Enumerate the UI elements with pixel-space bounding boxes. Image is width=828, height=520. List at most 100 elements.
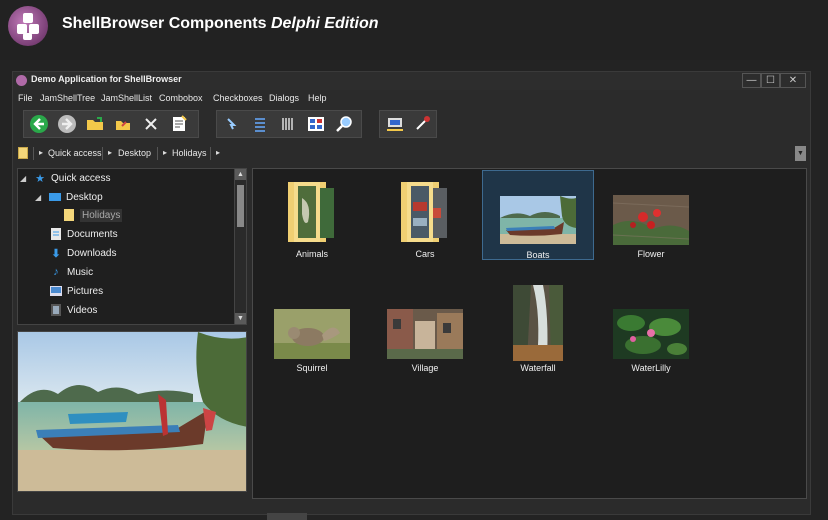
network-button[interactable] bbox=[383, 113, 407, 135]
chevron-right-icon[interactable]: ▸ bbox=[163, 148, 167, 157]
breadcrumb-holidays[interactable]: Holidays bbox=[172, 148, 207, 158]
search-icon bbox=[336, 116, 352, 132]
star-icon: ★ bbox=[35, 172, 45, 185]
up-folder-button[interactable] bbox=[111, 113, 135, 135]
chevron-right-icon[interactable]: ▸ bbox=[216, 148, 220, 157]
forward-button[interactable] bbox=[55, 113, 79, 135]
view-list-button[interactable] bbox=[248, 113, 272, 135]
folder-icon bbox=[63, 209, 75, 221]
tree-item-quick-access[interactable]: ◢ ★ Quick access bbox=[20, 169, 110, 187]
waterfall-thumbnail bbox=[513, 285, 563, 361]
desktop-icon bbox=[49, 191, 61, 203]
downloads-icon: ⬇ bbox=[51, 247, 61, 260]
chevron-right-icon[interactable]: ▸ bbox=[39, 148, 43, 157]
horizontal-scroll-thumb[interactable] bbox=[267, 513, 307, 520]
delete-icon bbox=[145, 118, 157, 130]
network-icon bbox=[387, 118, 403, 131]
tree-item-pictures[interactable]: Pictures bbox=[50, 282, 103, 300]
village-thumbnail bbox=[387, 309, 463, 359]
product-banner: ShellBrowser Components Delphi Edition bbox=[0, 0, 828, 60]
view-details-icon bbox=[282, 118, 293, 130]
toolbar-group-extra bbox=[379, 110, 437, 138]
open-folder-button[interactable] bbox=[83, 113, 107, 135]
menu-bar: File JamShellTree JamShellList Combobox … bbox=[13, 90, 810, 107]
toolbar-group-navigation bbox=[23, 110, 199, 138]
chevron-down-icon[interactable]: ◢ bbox=[20, 174, 30, 183]
shellbrowser-logo bbox=[8, 6, 48, 46]
videos-icon bbox=[50, 304, 62, 316]
file-item-waterfall[interactable]: Waterfall bbox=[482, 283, 594, 373]
scroll-up-icon[interactable]: ▲ bbox=[235, 169, 246, 180]
menu-combobox[interactable]: Combobox bbox=[159, 93, 203, 103]
delete-button[interactable] bbox=[139, 113, 163, 135]
view-thumbnails-button[interactable] bbox=[304, 113, 328, 135]
tree-scrollbar[interactable]: ▲ ▼ bbox=[234, 169, 246, 324]
menu-jamshelltree[interactable]: JamShellTree bbox=[40, 93, 95, 103]
file-item-cars[interactable]: Cars bbox=[369, 170, 481, 260]
view-small-button[interactable] bbox=[220, 113, 244, 135]
shell-tree[interactable]: ◢ ★ Quick access ◢ Desktop Holidays Docu… bbox=[17, 168, 247, 325]
file-item-animals[interactable]: Animals bbox=[256, 170, 368, 260]
file-item-boats[interactable]: Boats bbox=[482, 170, 594, 260]
scrollbar-thumb[interactable] bbox=[237, 185, 244, 227]
documents-icon bbox=[50, 228, 62, 240]
minimize-button[interactable]: — bbox=[742, 73, 761, 88]
address-dropdown-button[interactable]: ▼ bbox=[795, 146, 806, 161]
menu-file[interactable]: File bbox=[18, 93, 33, 103]
back-button[interactable] bbox=[27, 113, 51, 135]
banner-title: ShellBrowser Components Delphi Edition bbox=[62, 15, 379, 32]
file-item-village[interactable]: Village bbox=[369, 283, 481, 373]
squirrel-thumbnail bbox=[274, 309, 350, 359]
folder-icon bbox=[288, 182, 334, 242]
tree-item-desktop[interactable]: ◢ Desktop bbox=[35, 188, 103, 206]
waterlilly-thumbnail bbox=[613, 309, 689, 359]
chevron-down-icon[interactable]: ◢ bbox=[35, 193, 45, 202]
file-item-squirrel[interactable]: Squirrel bbox=[256, 283, 368, 373]
flower-thumbnail bbox=[613, 195, 689, 245]
breadcrumb-quick-access[interactable]: Quick access bbox=[48, 148, 102, 158]
music-icon: ♪ bbox=[53, 266, 59, 278]
scroll-down-icon[interactable]: ▼ bbox=[235, 313, 246, 324]
menu-help[interactable]: Help bbox=[308, 93, 327, 103]
pictures-icon bbox=[50, 285, 62, 297]
back-icon bbox=[30, 115, 48, 133]
image-preview bbox=[17, 331, 247, 492]
menu-jamshelllist[interactable]: JamShellList bbox=[101, 93, 152, 103]
close-button[interactable]: ✕ bbox=[780, 73, 806, 88]
file-item-flower[interactable]: Flower bbox=[595, 170, 707, 260]
settings-icon bbox=[416, 116, 430, 130]
breadcrumb-desktop[interactable]: Desktop bbox=[118, 148, 151, 158]
view-details-button[interactable] bbox=[276, 113, 300, 135]
view-list-icon bbox=[255, 118, 265, 132]
chevron-right-icon[interactable]: ▸ bbox=[108, 148, 112, 157]
title-bar[interactable]: Demo Application for ShellBrowser — ☐ ✕ bbox=[13, 72, 810, 90]
open-folder-icon bbox=[87, 117, 103, 130]
tree-item-holidays[interactable]: Holidays bbox=[63, 206, 123, 224]
app-icon bbox=[16, 75, 27, 86]
status-bar bbox=[13, 502, 810, 514]
view-small-icon bbox=[227, 118, 237, 130]
shell-list[interactable]: Animals Cars Boats Flower Squirrel Villa… bbox=[252, 168, 807, 499]
toolbar-group-views bbox=[216, 110, 362, 138]
up-folder-icon bbox=[116, 121, 130, 130]
boat-preview-image bbox=[18, 332, 246, 491]
window-title: Demo Application for ShellBrowser bbox=[31, 74, 182, 84]
view-thumbnails-icon bbox=[308, 117, 324, 131]
address-folder-icon bbox=[18, 147, 28, 159]
tree-item-music[interactable]: ♪ Music bbox=[50, 263, 93, 281]
app-window: Demo Application for ShellBrowser — ☐ ✕ … bbox=[12, 71, 811, 515]
tree-item-documents[interactable]: Documents bbox=[50, 225, 118, 243]
menu-dialogs[interactable]: Dialogs bbox=[269, 93, 299, 103]
boat-thumbnail bbox=[500, 196, 576, 244]
tree-item-downloads[interactable]: ⬇ Downloads bbox=[50, 244, 116, 262]
file-item-waterlilly[interactable]: WaterLilly bbox=[595, 283, 707, 373]
tree-item-videos[interactable]: Videos bbox=[50, 301, 97, 319]
menu-checkboxes[interactable]: Checkboxes bbox=[213, 93, 263, 103]
search-button[interactable] bbox=[332, 113, 356, 135]
maximize-button[interactable]: ☐ bbox=[761, 73, 780, 88]
forward-icon bbox=[58, 115, 76, 133]
properties-button[interactable] bbox=[167, 113, 191, 135]
address-bar[interactable]: ▸ Quick access ▸ Desktop ▸ Holidays ▸ ▼ bbox=[13, 144, 810, 162]
settings-button[interactable] bbox=[411, 113, 435, 135]
properties-icon bbox=[173, 115, 187, 131]
